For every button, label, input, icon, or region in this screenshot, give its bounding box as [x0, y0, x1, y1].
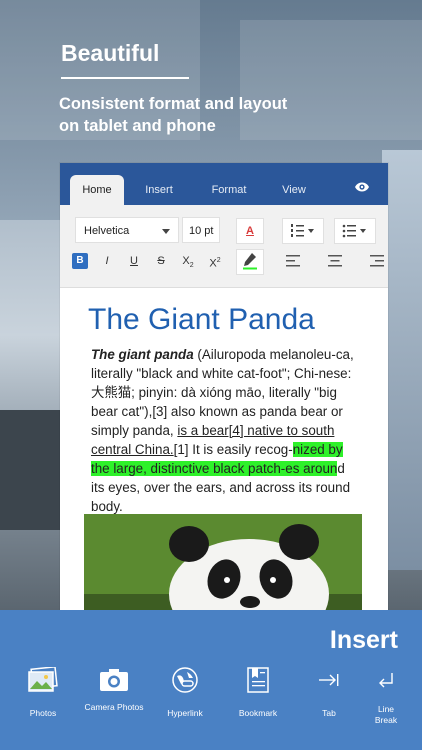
font-name-dropdown[interactable]: Helvetica: [75, 217, 179, 243]
insert-camera-photos-button[interactable]: Camera Photos: [84, 666, 144, 713]
superscript-button[interactable]: X2: [202, 249, 228, 273]
photos-icon: [28, 667, 58, 692]
highlighter-pen-icon: [243, 253, 257, 270]
insert-tab-button[interactable]: Tab: [299, 666, 359, 719]
document-paragraph[interactable]: The giant panda (Ailuropoda melanoleu-ca…: [91, 345, 361, 516]
font-name-value: Helvetica: [84, 225, 130, 237]
hero-subtitle-line2: on tablet and phone: [59, 117, 216, 135]
hero-title: Beautiful: [61, 40, 160, 66]
align-center-icon[interactable]: [328, 255, 342, 267]
numbered-list-icon: [291, 224, 314, 237]
panda-image: [84, 514, 362, 623]
tab-label: Tab: [322, 708, 336, 718]
align-left-icon[interactable]: [286, 255, 300, 267]
document-title: The Giant Panda: [88, 303, 315, 336]
insert-panel: Insert Photos Camera Photos Hyperlink Bo…: [0, 610, 422, 750]
insert-line-break-button[interactable]: Line Break: [356, 666, 416, 726]
tab-icon: [319, 674, 339, 686]
ribbon: Helvetica 10 pt A B I U S X2 X2: [60, 205, 388, 288]
italic-button[interactable]: I: [94, 249, 120, 273]
paragraph-bold-term: The giant panda: [91, 347, 194, 362]
hero-divider: [61, 77, 189, 79]
insert-photos-button[interactable]: Photos: [13, 666, 73, 719]
insert-hyperlink-button[interactable]: Hyperlink: [155, 666, 215, 719]
hyperlink-icon: [172, 667, 198, 693]
subscript-mark: 2: [189, 262, 194, 270]
font-color-button[interactable]: A: [236, 218, 264, 244]
font-size-dropdown[interactable]: 10 pt: [182, 217, 220, 243]
font-color-letter: A: [246, 225, 254, 237]
strikethrough-button[interactable]: S: [148, 249, 174, 273]
document-page[interactable]: The Giant Panda The giant panda (Ailurop…: [60, 287, 388, 623]
window: [382, 150, 422, 570]
bookmark-icon: [247, 667, 269, 693]
photos-label: Photos: [29, 708, 57, 718]
read-mode-eye-icon[interactable]: [354, 181, 370, 193]
desk-area: [0, 410, 60, 530]
tab-view[interactable]: View: [270, 175, 318, 205]
superscript-mark: 2: [216, 257, 221, 264]
bulleted-list-icon: [342, 224, 366, 238]
font-size-value: 10 pt: [189, 225, 214, 237]
insert-bookmark-button[interactable]: Bookmark: [228, 666, 288, 719]
camera-icon: [100, 669, 128, 691]
align-right-icon[interactable]: [370, 255, 384, 267]
superscript-x: X: [209, 257, 217, 270]
tab-bar: Home Insert Format View: [60, 163, 388, 205]
hero-subtitle: Consistent format and layout on tablet a…: [59, 93, 339, 137]
tab-insert[interactable]: Insert: [136, 175, 182, 205]
document-window: Home Insert Format View Helvetica 10 pt …: [60, 163, 388, 623]
tab-format[interactable]: Format: [202, 175, 256, 205]
highlight-button[interactable]: [236, 249, 264, 275]
hero-subtitle-line1: Consistent format and layout: [59, 95, 288, 113]
camera-photos-label: Camera Photos: [84, 702, 144, 712]
hyperlink-label: Hyperlink: [167, 708, 203, 718]
numbering-dropdown[interactable]: [282, 218, 324, 244]
chevron-down-icon: [162, 229, 170, 234]
tab-home[interactable]: Home: [70, 175, 124, 205]
bold-button[interactable]: B: [72, 253, 88, 269]
subscript-button[interactable]: X2: [175, 249, 201, 273]
paragraph-text-b: [1] It is easily recog-: [173, 442, 293, 457]
panda-photo[interactable]: [84, 514, 362, 623]
bullets-dropdown[interactable]: [334, 218, 376, 244]
insert-panel-title: Insert: [329, 626, 398, 654]
subscript-x: X: [182, 255, 190, 267]
line-break-icon: [379, 673, 393, 688]
bookmark-label: Bookmark: [238, 708, 278, 718]
line-break-label: Line Break: [374, 704, 398, 725]
underline-button[interactable]: U: [121, 249, 147, 273]
